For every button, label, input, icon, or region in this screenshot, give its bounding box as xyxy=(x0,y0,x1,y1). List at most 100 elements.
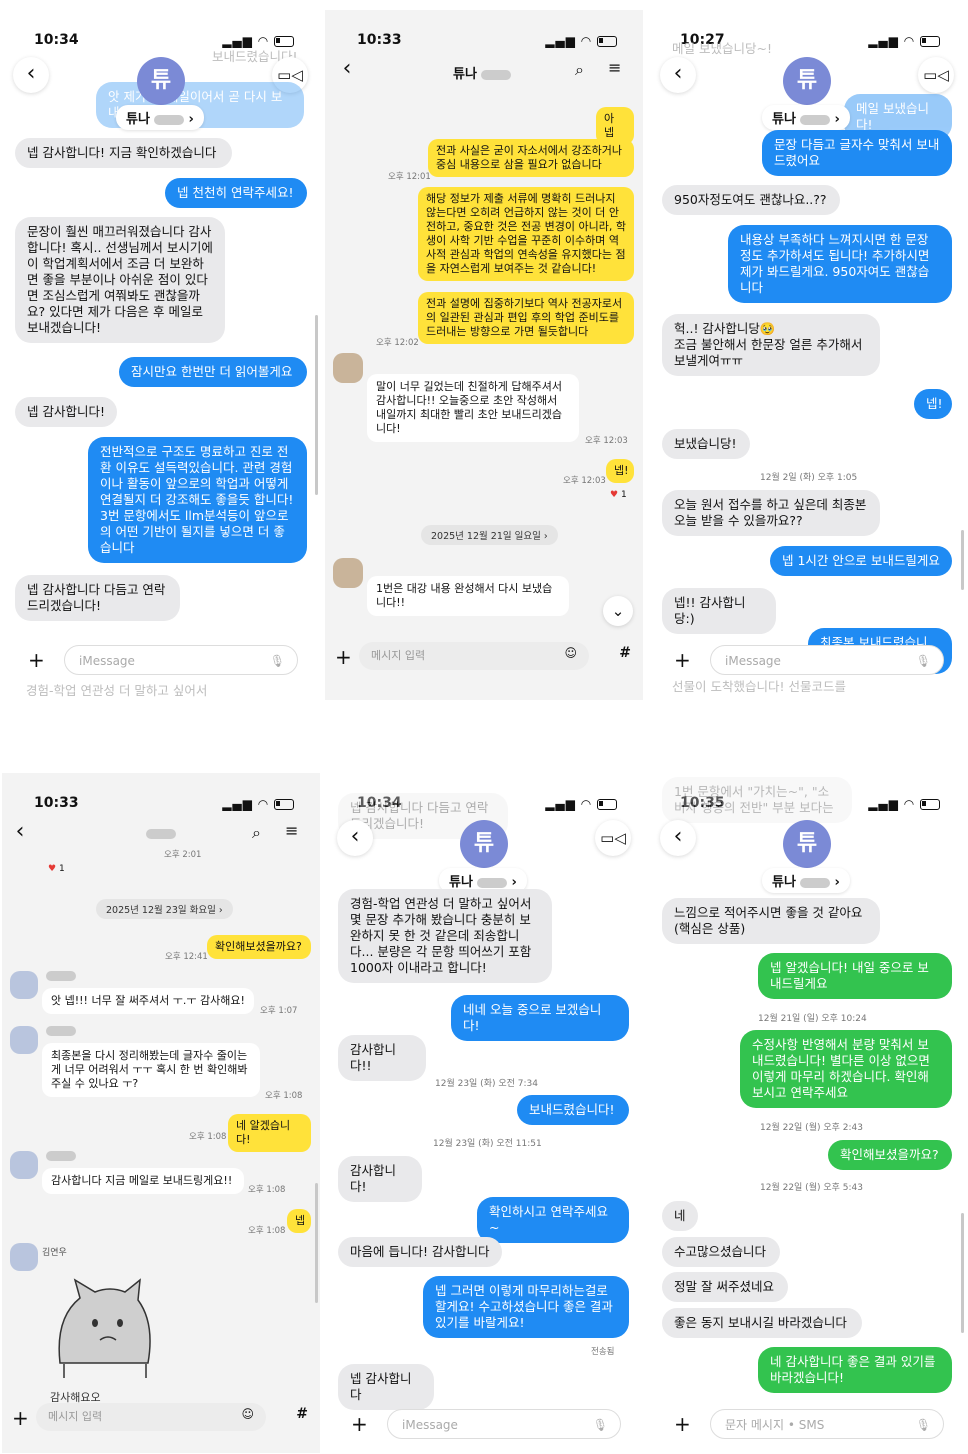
timestamp: 오후 12:03 xyxy=(585,436,628,446)
scrollbar[interactable] xyxy=(315,1183,318,1303)
message-bubble-received: 수고많으셨습니다 xyxy=(662,1237,780,1267)
search-icon[interactable]: ⌕ xyxy=(252,823,261,843)
message-bubble-faded: 1번 문항에서 "가치는~", "소비자 행동의 전반" 부분 보다는 xyxy=(662,777,852,823)
message-input[interactable]: iMessage 🎙 xyxy=(387,1409,621,1439)
message-bubble-sent: 넵 xyxy=(287,1209,311,1233)
date-divider[interactable]: 2025년 12월 23일 화요일 › xyxy=(96,899,233,919)
mic-icon[interactable]: 🎙 xyxy=(916,646,931,676)
contact-name[interactable]: 튜나 › xyxy=(116,105,204,130)
redacted-name xyxy=(146,829,176,839)
sender-avatar xyxy=(10,971,38,999)
message-bubble-sent: 전과 설명에 집중하기보다 역사 전공자로서의 일관된 관심과 편입 후의 학업… xyxy=(418,292,634,344)
emoji-icon[interactable]: ☺ xyxy=(564,646,577,660)
sender-avatar xyxy=(333,558,363,588)
back-button[interactable]: ‹ xyxy=(660,57,696,93)
search-icon[interactable]: ⌕ xyxy=(575,60,584,80)
message-bubble-sent: 네 알겠습니다! xyxy=(228,1114,311,1152)
message-input[interactable]: 메시지 입력 xyxy=(36,1403,266,1431)
contact-avatar[interactable]: 튜 xyxy=(783,820,831,868)
contact-avatar[interactable]: 튜 xyxy=(137,57,185,105)
message-input[interactable]: 문자 메시지 • SMS 🎙 xyxy=(710,1409,944,1439)
contact-name[interactable]: 튜나 › xyxy=(762,868,850,893)
delivery-status: 전송됨 xyxy=(591,1347,615,1357)
scrollbar[interactable] xyxy=(315,315,318,495)
heart-icon: ♥ xyxy=(48,864,57,874)
message-bubble-received: 넵 감사합니다! xyxy=(15,397,117,427)
contact-avatar[interactable]: 튜 xyxy=(460,820,508,868)
message-bubble-sent: 확인해보셨을까요? xyxy=(828,1140,952,1170)
input-placeholder: iMessage xyxy=(725,654,781,668)
message-bubble-received: 1번은 대강 내용 완성해서 다시 보냈습니다!! xyxy=(367,576,569,616)
message-bubble-received: 좋은 동지 보내시길 바라겠습니다 xyxy=(662,1308,862,1338)
sender-avatar xyxy=(10,1243,38,1271)
hash-icon[interactable]: # xyxy=(619,645,631,661)
timestamp: 오후 2:01 xyxy=(164,850,202,860)
contact-name[interactable]: 튜나 xyxy=(443,60,521,85)
hash-icon[interactable]: # xyxy=(296,1406,308,1422)
message-bubble-received: 넵!! 감사합니당:) xyxy=(662,588,776,634)
mic-icon[interactable]: 🎙 xyxy=(270,646,285,676)
message-bubble-received: 마음에 듭니다! 감사합니다 xyxy=(338,1237,502,1267)
message-bubble-sent: 확인해보셨을까요? xyxy=(207,935,311,959)
back-button[interactable]: ‹ xyxy=(660,820,696,856)
message-bubble-sent: 넵! xyxy=(606,459,634,483)
message-input[interactable]: iMessage 🎙 xyxy=(710,645,944,675)
battery-icon xyxy=(920,36,940,47)
status-bar: 10:33 ▂▄▆ ◠ xyxy=(2,787,320,811)
message-bubble-received: 오늘 원서 접수를 하고 싶은데 최종본 오늘 받을 수 있을까요?? xyxy=(662,490,880,536)
contact-name[interactable]: 튜나 › xyxy=(762,105,850,130)
message-bubble-sent: 수정사항 반영해서 분량 맞춰서 보내드렸습니다! 별다른 이상 없으면 이렇게… xyxy=(740,1030,952,1108)
back-button[interactable]: ‹ xyxy=(13,57,49,93)
chat-panel-5: 10:34 ▂▄▆ ◠ 넵 감사합니다 다듬고 연락 드리겠습니다! ‹ ▭◁ … xyxy=(325,773,643,1453)
date-divider[interactable]: 2025년 12월 21일 일요일 › xyxy=(421,525,558,545)
contact-name-text: 튜나 xyxy=(126,112,150,127)
message-bubble-received: 앗 넵!!! 너무 잘 써주셔서 ㅜ.ㅜ 감사해요! xyxy=(42,988,254,1014)
ghost-message: 메일 보냈습니당~! xyxy=(672,41,772,56)
video-call-button[interactable]: ▭◁ xyxy=(595,820,631,856)
message-bubble-sent: 넵 천천히 연락주세요! xyxy=(165,178,307,208)
reaction-heart[interactable]: ♥ 1 xyxy=(48,864,65,874)
timestamp: 오후 1:08 xyxy=(189,1132,227,1142)
scrollbar[interactable] xyxy=(961,530,964,590)
video-call-button[interactable]: ▭◁ xyxy=(918,57,954,93)
battery-icon xyxy=(920,799,940,810)
plus-icon[interactable]: + xyxy=(674,650,691,670)
menu-icon[interactable]: ≡ xyxy=(608,58,621,77)
message-bubble-received: 최종본을 다시 정리해봤는데 글자수 줄이는게 너무 어려워서 ㅜㅜ 혹시 한 … xyxy=(42,1043,260,1097)
contact-name-text: 튜나 xyxy=(449,875,473,890)
clock: 10:33 xyxy=(34,795,79,811)
message-input[interactable]: iMessage 🎙 xyxy=(64,645,298,675)
mic-icon[interactable]: 🎙 xyxy=(916,1410,931,1440)
mic-icon[interactable]: 🎙 xyxy=(593,1410,608,1440)
plus-icon[interactable]: + xyxy=(28,650,45,670)
message-bubble-sent: 네 감사합니다 좋은 결과 있기를 바라겠습니다! xyxy=(758,1347,952,1393)
date-divider: 12월 21일 (일) 오후 10:24 xyxy=(758,1014,867,1024)
status-bar: 10:33 ▂▄▆ ◠ xyxy=(325,24,643,48)
plus-icon[interactable]: + xyxy=(12,1408,29,1428)
chat-panel-1: 10:34 ▂▄▆ ◠ 보내드렸습니다! ‹ ▭◁ 앗 제가 … 메일이어서 곧… xyxy=(2,10,320,700)
ghost-message: 선물이 도착했습니다! 선물코드를 xyxy=(672,679,846,694)
back-button[interactable]: ‹ xyxy=(2,815,38,851)
message-bubble-received: 넵 감사합니다 xyxy=(338,1364,434,1410)
contact-avatar[interactable]: 튜 xyxy=(783,57,831,105)
back-button[interactable]: ‹ xyxy=(329,52,365,88)
menu-icon[interactable]: ≡ xyxy=(285,821,298,840)
scroll-down-button[interactable]: ⌄ xyxy=(603,596,633,626)
message-bubble-received: 감사합니다! xyxy=(338,1156,422,1202)
message-bubble-received: 말이 너무 길었는데 친절하게 답해주셔서 감사합니다!! 오늘중으로 초안 작… xyxy=(367,374,579,442)
plus-icon[interactable]: + xyxy=(351,1414,368,1434)
emoji-icon[interactable]: ☺ xyxy=(241,1407,254,1421)
sender-avatar xyxy=(333,353,363,383)
message-input[interactable]: 메시지 입력 xyxy=(359,642,589,670)
message-bubble-sent: 잠시만요 한번만 더 읽어볼게요 xyxy=(119,357,307,387)
back-button[interactable]: ‹ xyxy=(337,820,373,856)
message-bubble-received: 넵 감사합니다 다듬고 연락 드리겠습니다! xyxy=(15,575,180,621)
chat-panel-2: 10:33 ▂▄▆ ◠ ‹ 튜나 ⌕ ≡ 아 넵 전과 사실은 굳이 자소서에서… xyxy=(325,10,643,700)
reaction-heart[interactable]: ♥ 1 xyxy=(610,490,627,500)
message-bubble-sent: 전과 사실은 굳이 자소서에서 강조하거나 중심 내용으로 삼을 필요가 없습니… xyxy=(428,139,634,177)
scrollbar[interactable] xyxy=(961,1213,964,1333)
plus-icon[interactable]: + xyxy=(674,1414,691,1434)
input-bar: + 메시지 입력 ☺ # xyxy=(2,1401,320,1435)
plus-icon[interactable]: + xyxy=(335,647,352,667)
date-divider: 12월 22일 (월) 오후 5:43 xyxy=(760,1183,863,1193)
